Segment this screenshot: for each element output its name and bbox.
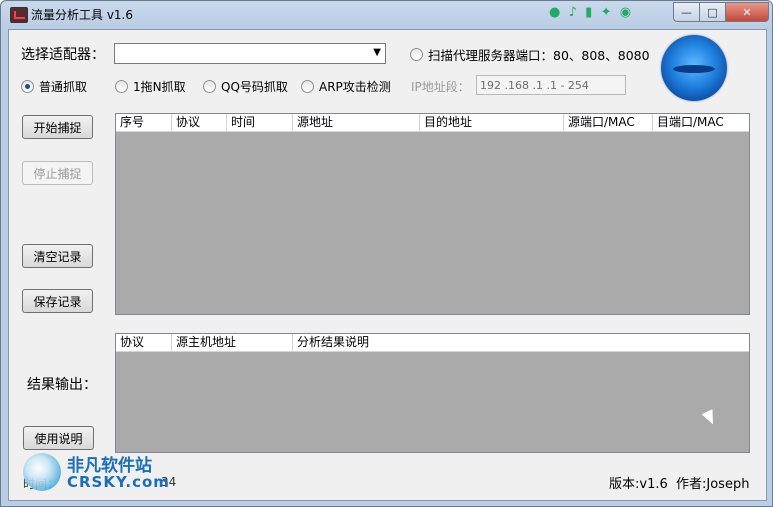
close-button[interactable]: ✕ bbox=[725, 2, 769, 22]
column-header[interactable]: 协议 bbox=[116, 334, 172, 351]
column-header[interactable]: 源主机地址 bbox=[172, 334, 293, 351]
column-header[interactable]: 时间 bbox=[227, 114, 293, 131]
mode-radio-normal[interactable] bbox=[21, 80, 34, 93]
column-header[interactable]: 序号 bbox=[116, 114, 172, 131]
watermark-en: CRSKY.com bbox=[67, 473, 170, 491]
client-area: 选择适配器： ▼ 扫描代理服务器端口：80、808、8080 普通抓取 1拖N抓… bbox=[8, 29, 767, 501]
start-capture-button[interactable]: 开始捕捉 bbox=[22, 115, 93, 139]
adapter-label: 选择适配器： bbox=[21, 47, 105, 63]
title-bar[interactable]: 流量分析工具 v1.6 ● ♪ ▮ ✦ ◉ — □ ✕ bbox=[1, 1, 772, 27]
mode-radio-qq[interactable] bbox=[203, 80, 216, 93]
mode-radio-arp[interactable] bbox=[301, 80, 314, 93]
column-header[interactable]: 协议 bbox=[172, 114, 227, 131]
author-label: 作者:Joseph bbox=[676, 477, 750, 492]
app-window: 流量分析工具 v1.6 ● ♪ ▮ ✦ ◉ — □ ✕ 选择适配器： ▼ 扫描代… bbox=[0, 0, 773, 507]
save-records-button[interactable]: 保存记录 bbox=[22, 289, 93, 313]
results-table[interactable]: 协议 源主机地址 分析结果说明 bbox=[115, 333, 750, 453]
packets-table[interactable]: 序号 协议 时间 源地址 目的地址 源端口/MAC 目端口/MAC bbox=[115, 113, 750, 315]
results-table-header: 协议 源主机地址 分析结果说明 bbox=[116, 334, 749, 352]
mode-label-qq: QQ号码抓取 bbox=[221, 80, 288, 94]
ip-range-input[interactable]: 192 .168 .1 .1 - 254 bbox=[476, 75, 626, 95]
mode-radio-1ton[interactable] bbox=[115, 80, 128, 93]
scan-proxy-label: 扫描代理服务器端口：80、808、8080 bbox=[428, 48, 650, 63]
mode-label-arp: ARP攻击检测 bbox=[319, 80, 391, 94]
minimize-button[interactable]: — bbox=[673, 2, 700, 22]
results-label: 结果输出： bbox=[27, 377, 97, 393]
tray-icons: ● ♪ ▮ ✦ ◉ bbox=[549, 5, 632, 20]
ip-range-label: IP地址段： bbox=[411, 80, 470, 94]
column-header[interactable]: 目的地址 bbox=[420, 114, 564, 131]
column-header[interactable]: 源端口/MAC bbox=[564, 114, 653, 131]
version-label: 版本:v1.6 bbox=[609, 477, 668, 492]
column-header[interactable]: 目端口/MAC bbox=[653, 114, 749, 131]
mode-label-normal: 普通抓取 bbox=[39, 80, 88, 94]
globe-logo-icon bbox=[661, 35, 727, 101]
packets-table-header: 序号 协议 时间 源地址 目的地址 源端口/MAC 目端口/MAC bbox=[116, 114, 749, 132]
window-title: 流量分析工具 v1.6 bbox=[31, 8, 134, 22]
column-header[interactable]: 分析结果说明 bbox=[293, 334, 749, 351]
clear-records-button[interactable]: 清空记录 bbox=[22, 244, 93, 268]
maximize-button[interactable]: □ bbox=[699, 2, 726, 22]
mode-label-1ton: 1拖N抓取 bbox=[133, 80, 186, 94]
stop-capture-button[interactable]: 停止捕捉 bbox=[22, 161, 93, 185]
watermark: 非凡软件站 CRSKY.com bbox=[23, 449, 173, 499]
chevron-down-icon: ▼ bbox=[373, 47, 381, 58]
scan-proxy-radio[interactable] bbox=[410, 48, 423, 61]
watermark-logo-icon bbox=[23, 453, 61, 491]
adapter-select[interactable]: ▼ bbox=[114, 43, 386, 64]
app-icon bbox=[10, 7, 28, 23]
help-button[interactable]: 使用说明 bbox=[23, 426, 94, 450]
column-header[interactable]: 源地址 bbox=[293, 114, 420, 131]
